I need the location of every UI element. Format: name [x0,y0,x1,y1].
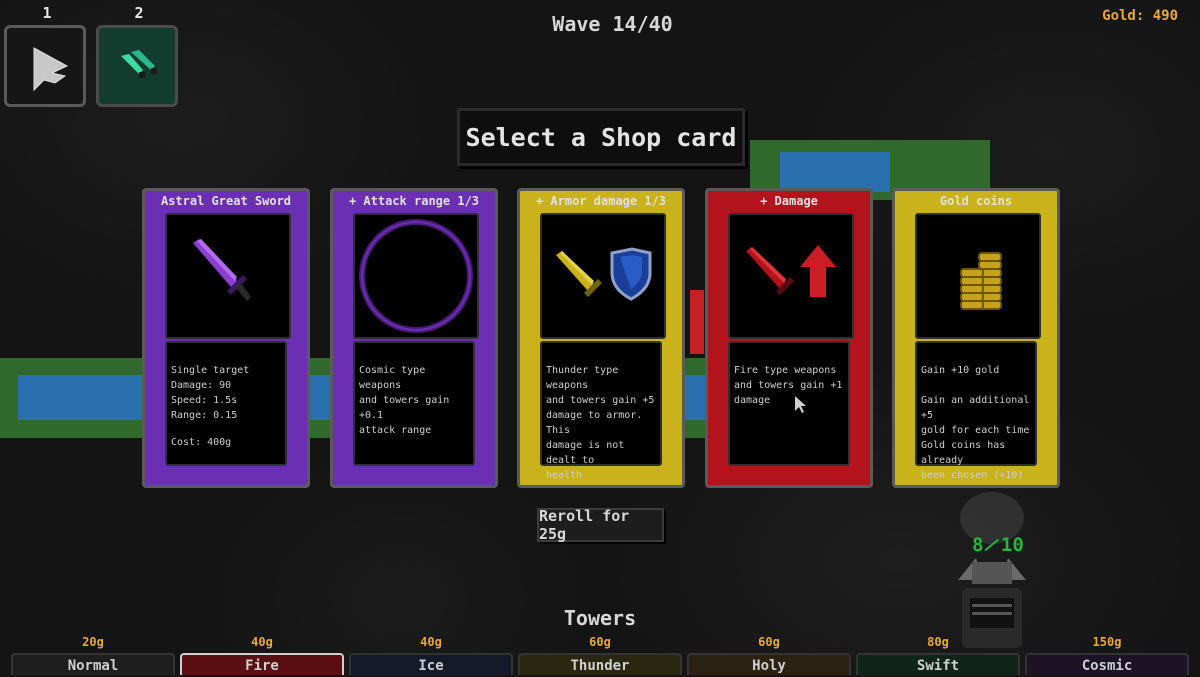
tower-cost-thunder: 60g [589,635,611,649]
tower-count-max: 10 [1000,534,1024,556]
card-description: Single target Damage: 90 Speed: 1.5s Ran… [165,341,287,466]
card-title: Gold coins [939,194,1013,208]
tower-tab-cosmic[interactable]: Cosmic [1025,653,1189,675]
tower-capacity-counter: 8/10 [972,532,1024,558]
card-title: + Attack range 1/3 [348,194,480,208]
card-description-text: Thunder type weapons and towers gain +5 … [546,365,655,481]
tower-tab-normal[interactable]: Normal [11,653,175,675]
shop-card-astral-great-sword[interactable]: Astral Great Sword Single target Damage:… [142,188,310,488]
card-art [353,213,479,339]
card-title: Astral Great Sword [160,194,292,208]
tower-tab-holy[interactable]: Holy [687,653,851,675]
wave-counter: Wave 14/40 [552,12,673,36]
tower-tab-swift[interactable]: Swift [856,653,1020,675]
card-art [915,213,1041,339]
shop-card-gold-coins[interactable]: Gold coins Gain +10 gold Gain an additio… [892,188,1060,488]
cursor-arrow-icon [33,47,69,92]
gold-coin-stack-icon [960,252,1002,310]
tower-cost-cosmic: 150g [1092,635,1122,649]
shop-title: Select a Shop card [457,108,745,166]
shop-card-attack-range[interactable]: + Attack range 1/3 Cosmic type weapons a… [330,188,498,488]
card-description: Cosmic type weapons and towers gain +0.1… [353,341,475,466]
red-sword-up-arrow-icon [746,245,836,297]
hotbar-slot-2[interactable] [96,25,178,107]
sword-and-shield-icon [556,247,652,301]
tower-cost-ice: 40g [420,635,442,649]
tower-tab-fire[interactable]: Fire [180,653,344,675]
card-art [728,213,854,339]
towers-label: Towers [563,606,637,630]
river-right [780,152,890,192]
tower-cost-normal: 20g [82,635,104,649]
shop-card-armor-damage[interactable]: + Armor damage 1/3 Thunder type weapons … [517,188,685,488]
card-art [540,213,666,339]
tower-tab-thunder[interactable]: Thunder [518,653,682,675]
hotbar-slot-1[interactable] [4,25,86,107]
gold-counter: Gold: 490 [1102,8,1178,24]
tower-count-separator: / [982,532,1003,558]
card-art [165,213,291,339]
card-description-text: Single target Damage: 90 Speed: 1.5s Ran… [171,365,250,421]
twin-daggers-icon [121,50,157,78]
card-description: Gain +10 gold Gain an additional +5 gold… [915,341,1037,481]
enemy-sprite [690,290,704,354]
mouse-cursor-icon [795,396,806,413]
tower-tab-ice[interactable]: Ice [349,653,513,675]
purple-sword-icon [193,239,251,301]
card-title: + Damage [760,194,818,208]
card-description-text: Cosmic type weapons and towers gain +0.1… [359,365,450,436]
card-description-text: Fire type weapons and towers gain +1 dam… [734,365,843,406]
card-description-text: Gain +10 gold Gain an additional +5 gold… [921,365,1030,481]
card-cost: Cost: 400g [171,437,232,448]
card-description: Fire type weapons and towers gain +1 dam… [728,341,850,466]
card-title: + Armor damage 1/3 [535,194,667,208]
shop-card-damage[interactable]: + Damage Fire type weapons and towers ga… [705,188,873,488]
river-left [18,375,150,420]
tower-cost-swift: 80g [927,635,949,649]
card-description: Thunder type weapons and towers gain +5 … [540,341,662,481]
reroll-button[interactable]: Reroll for 25g [537,507,664,543]
tower-cost-fire: 40g [251,635,273,649]
range-circle-icon [359,219,473,333]
tower-cost-holy: 60g [758,635,780,649]
